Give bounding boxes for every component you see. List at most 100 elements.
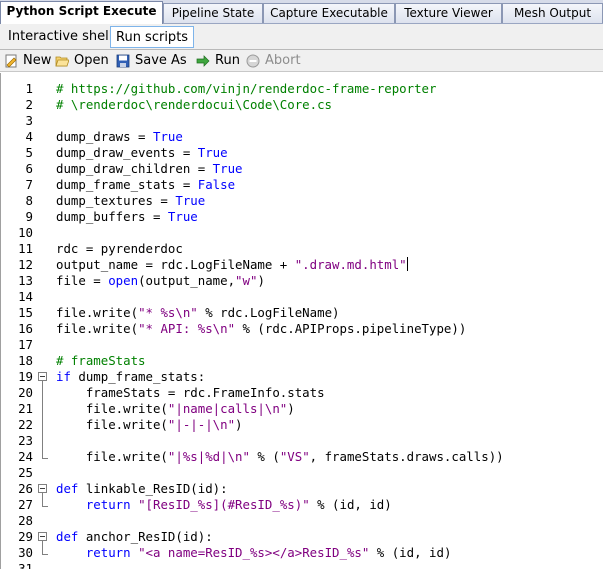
tab-pipeline-state[interactable]: Pipeline State: [163, 3, 263, 23]
code-text: file.write("|name|calls|\n"): [56, 401, 295, 417]
fold-end-marker: [42, 506, 48, 507]
code-line[interactable]: 19 if dump_frame_stats:: [1, 369, 603, 385]
line-number: 29: [18, 529, 33, 544]
open-button[interactable]: Open: [55, 52, 110, 70]
code-token: "[ResID_%s](#ResID_%s)": [138, 497, 310, 512]
tab-capture-executable[interactable]: Capture Executable: [263, 3, 395, 23]
fold-end-marker: [42, 554, 48, 555]
code-line[interactable]: 7 dump_frame_stats = False: [1, 177, 603, 193]
run-button[interactable]: Run: [196, 52, 240, 70]
tab-mesh-output[interactable]: Mesh Output: [502, 3, 603, 23]
code-line[interactable]: 29 def anchor_ResID(id):: [1, 529, 603, 545]
line-number: 17: [18, 337, 33, 352]
line-number: 14: [18, 289, 33, 304]
tab-interactive-shell[interactable]: Interactive shell: [3, 26, 117, 48]
line-number: 23: [18, 433, 33, 448]
code-token: ): [235, 417, 243, 432]
code-token: "w": [235, 273, 258, 288]
code-line[interactable]: 22 file.write("|-|-|\n"): [1, 417, 603, 433]
line-number: 18: [18, 353, 33, 368]
line-number: 30: [18, 545, 33, 560]
code-line[interactable]: 5 dump_draw_events = True: [1, 145, 603, 161]
save-as-button[interactable]: Save As: [116, 52, 187, 70]
code-token: dump_frame_stats:: [70, 369, 206, 384]
fold-toggle-icon[interactable]: [38, 532, 47, 541]
code-token: "|%s|%d|\n": [167, 449, 250, 464]
code-token: "|name|calls|\n": [167, 401, 288, 416]
fold-toggle-icon[interactable]: [38, 484, 47, 493]
code-token: dump_buffers =: [56, 209, 168, 224]
code-line[interactable]: 24 file.write("|%s|%d|\n" % ("VS", frame…: [1, 449, 603, 465]
line-number: 21: [18, 401, 33, 416]
code-line[interactable]: 17: [1, 337, 603, 353]
code-line[interactable]: 27 return "[ResID_%s](#ResID_%s)" % (id,…: [1, 497, 603, 513]
new-button[interactable]: New: [4, 52, 51, 70]
code-token: output_name = rdc.LogFileName +: [56, 257, 295, 272]
code-line[interactable]: 25: [1, 465, 603, 481]
fold-guide: [42, 449, 43, 458]
code-line[interactable]: 28: [1, 513, 603, 529]
code-text: dump_draw_events = True: [56, 145, 228, 161]
tab-python-script-execute[interactable]: Python Script Execute: [0, 1, 163, 25]
abort-button[interactable]: Abort: [246, 52, 302, 70]
save-as-label: Save As: [135, 53, 187, 68]
code-text: dump_buffers = True: [56, 209, 198, 225]
code-line[interactable]: 31: [1, 561, 603, 569]
line-number: 20: [18, 385, 33, 400]
fold-toggle-icon[interactable]: [38, 372, 47, 381]
tab-texture-viewer[interactable]: Texture Viewer: [395, 3, 502, 23]
code-line[interactable]: 23: [1, 433, 603, 449]
code-token: True: [175, 193, 206, 208]
code-text: file.write("|%s|%d|\n" % ("VS", frameSta…: [56, 449, 504, 465]
code-line[interactable]: 4 dump_draws = True: [1, 129, 603, 145]
code-token: return: [85, 545, 131, 560]
code-line[interactable]: 21 file.write("|name|calls|\n"): [1, 401, 603, 417]
code-line[interactable]: 30 return "<a name=ResID_%s></a>ResID_%s…: [1, 545, 603, 561]
code-line[interactable]: 10: [1, 225, 603, 241]
code-line[interactable]: 9 dump_buffers = True: [1, 209, 603, 225]
code-line[interactable]: 6 dump_draw_children = True: [1, 161, 603, 177]
line-number: 31: [18, 561, 33, 569]
script-editor[interactable]: 1 # https://github.com/vinjn/renderdoc-fr…: [0, 73, 603, 569]
fold-guide: [42, 417, 43, 433]
code-line[interactable]: 15 file.write("* %s\n" % rdc.LogFileName): [1, 305, 603, 321]
code-line[interactable]: 13 file = open(output_name,"w"): [1, 273, 603, 289]
code-token: % (id, id): [309, 497, 392, 512]
code-text: dump_frame_stats = False: [56, 177, 235, 193]
code-line[interactable]: 14: [1, 289, 603, 305]
fold-guide: [42, 545, 43, 554]
code-token: ".draw.md.html": [294, 257, 407, 272]
code-line[interactable]: 2 # \renderdoc\renderdocui\Code\Core.cs: [1, 97, 603, 113]
line-number: 25: [18, 465, 33, 480]
code-token: dump_draws =: [56, 129, 153, 144]
line-number: 4: [25, 129, 33, 144]
code-line[interactable]: 18 # frameStats: [1, 353, 603, 369]
code-token: file.write(: [56, 417, 168, 432]
code-line[interactable]: 1 # https://github.com/vinjn/renderdoc-fr…: [1, 81, 603, 97]
document-tab-strip: Python Script Execute Pipeline State Cap…: [0, 0, 603, 25]
code-line[interactable]: 20 frameStats = rdc.FrameInfo.stats: [1, 385, 603, 401]
line-number: 1: [25, 81, 33, 96]
code-line[interactable]: 26 def linkable_ResID(id):: [1, 481, 603, 497]
code-line[interactable]: 11 rdc = pyrenderdoc: [1, 241, 603, 257]
tab-run-scripts[interactable]: Run scripts: [110, 26, 195, 48]
code-token: file.write(: [56, 401, 168, 416]
line-number: 13: [18, 273, 33, 288]
abort-label: Abort: [265, 53, 301, 68]
code-text: if dump_frame_stats:: [56, 369, 205, 385]
code-line[interactable]: 3: [1, 113, 603, 129]
code-text: return "[ResID_%s](#ResID_%s)" % (id, id…: [56, 497, 392, 513]
code-token: True: [167, 209, 198, 224]
code-line[interactable]: 12 output_name = rdc.LogFileName + ".draw…: [1, 257, 603, 273]
code-line[interactable]: 8 dump_textures = True: [1, 193, 603, 209]
code-line[interactable]: 16 file.write("* API: %s\n" % (rdc.APIPro…: [1, 321, 603, 337]
line-number: 22: [18, 417, 33, 432]
code-token: # https://github.com/vinjn/renderdoc-fra…: [56, 81, 437, 96]
code-token: % (id, id): [369, 545, 452, 560]
code-text: dump_textures = True: [56, 193, 205, 209]
code-token: open: [108, 273, 139, 288]
run-label: Run: [215, 53, 240, 68]
open-label: Open: [74, 53, 109, 68]
